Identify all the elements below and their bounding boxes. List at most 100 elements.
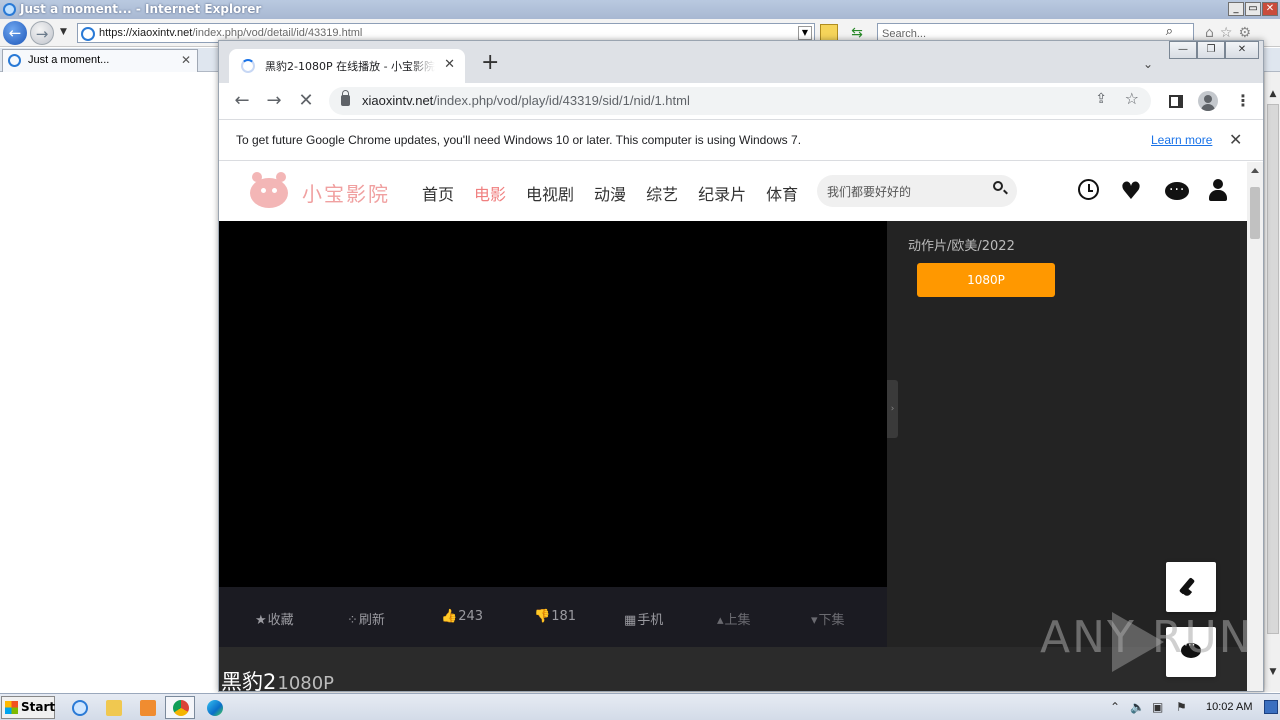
site-logo-text[interactable]: 小宝影院 [302, 178, 390, 207]
close-tab-icon[interactable]: ✕ [181, 53, 191, 67]
back-icon[interactable]: ← [3, 21, 27, 45]
phone-button[interactable]: ▦手机 [624, 609, 663, 628]
next-episode-button[interactable]: ▾下集 [811, 609, 845, 628]
chrome-minimize-button[interactable]: — [1169, 41, 1197, 59]
search-icon[interactable]: ⌕ [1166, 24, 1173, 39]
side-panel-icon[interactable] [1169, 95, 1183, 108]
omnibox-url[interactable]: xiaoxintv.net/index.php/vod/play/id/4331… [362, 93, 690, 108]
nav-tv-series[interactable]: 电视剧 [526, 181, 574, 205]
thumbs-up-icon: 👍 [441, 609, 458, 624]
show-desktop-button[interactable] [1264, 700, 1278, 714]
forward-icon[interactable]: → [262, 89, 286, 113]
maximize-button[interactable]: ▭ [1245, 2, 1261, 16]
bookmark-star-icon[interactable]: ☆ [1125, 89, 1139, 108]
forward-icon[interactable]: → [30, 21, 54, 45]
scroll-thumb[interactable] [1250, 187, 1260, 239]
nav-movies[interactable]: 电影 [474, 181, 506, 205]
scroll-thumb[interactable] [1267, 104, 1279, 634]
network-icon[interactable]: ▣ [1152, 700, 1163, 714]
ie-tab-label: Just a moment... [28, 54, 110, 66]
chrome-window: 黑豹2-1080P 在线播放 - 小宝影院 - 在线视频 ✕ + ⌄ — ❐ ✕… [218, 40, 1264, 692]
refresh-button[interactable]: ⁘刷新 [347, 609, 385, 628]
site-search-placeholder: 我们都要好好的 [827, 185, 912, 199]
ie-toolbar-icons[interactable]: ⌂☆⚙ [1205, 25, 1257, 41]
action-center-flag-icon[interactable]: ⚑ [1176, 700, 1187, 714]
scroll-up-icon[interactable] [1251, 168, 1259, 173]
taskbar-edge[interactable] [199, 696, 229, 719]
thumbs-down-icon: 👎 [534, 609, 551, 624]
show-hidden-icons[interactable]: ⌃ [1110, 700, 1120, 714]
windows-flag-icon [5, 701, 18, 714]
media-player-icon [140, 700, 156, 716]
address-dropdown-icon[interactable]: ▼ [798, 26, 812, 40]
site-logo-icon[interactable] [244, 170, 294, 208]
history-dropdown-icon[interactable]: ▼ [60, 27, 67, 37]
message-icon[interactable] [1165, 178, 1189, 202]
system-clock[interactable]: 10:02 AM [1206, 701, 1252, 713]
favorite-button[interactable]: ★收藏 [255, 609, 294, 628]
like-button[interactable]: 👍243 [441, 609, 483, 624]
new-tab-button[interactable]: + [481, 52, 499, 74]
favorites-heart-icon[interactable]: ♥ [1119, 179, 1143, 203]
stop-loading-icon[interactable]: ✕ [294, 89, 318, 113]
site-search-input[interactable]: 我们都要好好的 [817, 175, 1017, 207]
taskbar-media[interactable] [132, 696, 162, 719]
ie-scrollbar[interactable]: ▲ ▼ [1264, 72, 1280, 692]
ie-tab[interactable]: Just a moment... ✕ [2, 49, 198, 72]
minimize-button[interactable]: _ [1228, 2, 1244, 16]
chrome-tab[interactable]: 黑豹2-1080P 在线播放 - 小宝影院 - 在线视频 ✕ [229, 49, 465, 83]
close-infobar-icon[interactable]: ✕ [1229, 130, 1242, 149]
nav-home[interactable]: 首页 [422, 181, 454, 205]
start-button[interactable]: Start [1, 696, 55, 719]
learn-more-link[interactable]: Learn more [1151, 133, 1212, 147]
chrome-close-button[interactable]: ✕ [1225, 41, 1259, 59]
ie-search-placeholder: Search... [882, 28, 927, 40]
search-icon[interactable] [993, 181, 1003, 191]
system-tray: ⌃ 🔈 ▣ ⚑ 10:02 AM [1104, 696, 1280, 719]
chrome-icon [173, 700, 189, 716]
qr-icon: ▦ [624, 613, 637, 628]
ie-url[interactable]: https://xiaoxintv.net/index.php/vod/deta… [99, 27, 362, 39]
ie-title-bar: Just a moment... - Internet Explorer _ ▭… [0, 0, 1280, 19]
dislike-button[interactable]: 👎181 [534, 609, 576, 624]
omnibox[interactable]: xiaoxintv.net/index.php/vod/play/id/4331… [329, 87, 1151, 115]
chrome-menu-icon[interactable]: ⋮ [1233, 91, 1253, 111]
history-clock-icon[interactable] [1078, 179, 1099, 200]
site-header: 小宝影院 首页 电影 电视剧 动漫 综艺 纪录片 体育 我们都要好好的 ♥ [219, 162, 1247, 221]
star-icon: ★ [255, 613, 267, 628]
theme-brush-button[interactable] [1166, 562, 1216, 612]
chrome-restore-button[interactable]: ❐ [1197, 41, 1225, 59]
ie-tab-icon [8, 54, 21, 67]
loading-icon [241, 59, 255, 73]
taskbar-ie[interactable] [64, 696, 94, 719]
caret-up-icon: ▴ [717, 613, 724, 628]
tab-search-icon[interactable]: ⌄ [1143, 57, 1153, 71]
back-icon[interactable]: ← [230, 89, 254, 113]
taskbar-explorer[interactable] [98, 696, 128, 719]
volume-icon[interactable]: 🔈 [1130, 700, 1145, 714]
nav-variety[interactable]: 综艺 [646, 181, 678, 205]
profile-avatar[interactable] [1198, 91, 1218, 111]
nav-anime[interactable]: 动漫 [594, 181, 626, 205]
nav-sports[interactable]: 体育 [766, 181, 798, 205]
close-tab-icon[interactable]: ✕ [444, 57, 455, 72]
sidebar-collapse-handle[interactable]: › [887, 380, 898, 438]
folder-icon [106, 700, 122, 716]
lock-icon[interactable] [341, 90, 350, 106]
site-nav: 首页 电影 电视剧 动漫 综艺 纪录片 体育 [422, 181, 798, 205]
video-title: 黑豹21080P [221, 666, 335, 692]
prev-episode-button[interactable]: ▴上集 [717, 609, 751, 628]
user-icon[interactable] [1209, 179, 1227, 201]
scroll-down-icon[interactable]: ▼ [1265, 664, 1280, 680]
share-icon[interactable]: ⇪ [1095, 91, 1107, 107]
taskbar-chrome[interactable] [165, 696, 195, 719]
infobar-message: To get future Google Chrome updates, you… [236, 133, 802, 147]
taskbar: Start ⌃ 🔈 ▣ ⚑ 10:02 AM [0, 693, 1280, 720]
nav-documentary[interactable]: 纪录片 [698, 181, 746, 205]
video-quality-label: 1080P [277, 673, 335, 692]
video-title-text: 黑豹2 [221, 670, 277, 692]
episode-1080p-button[interactable]: 1080P [917, 263, 1055, 297]
close-button[interactable]: ✕ [1262, 2, 1278, 16]
video-player[interactable] [219, 221, 887, 587]
scroll-up-icon[interactable]: ▲ [1265, 86, 1280, 102]
